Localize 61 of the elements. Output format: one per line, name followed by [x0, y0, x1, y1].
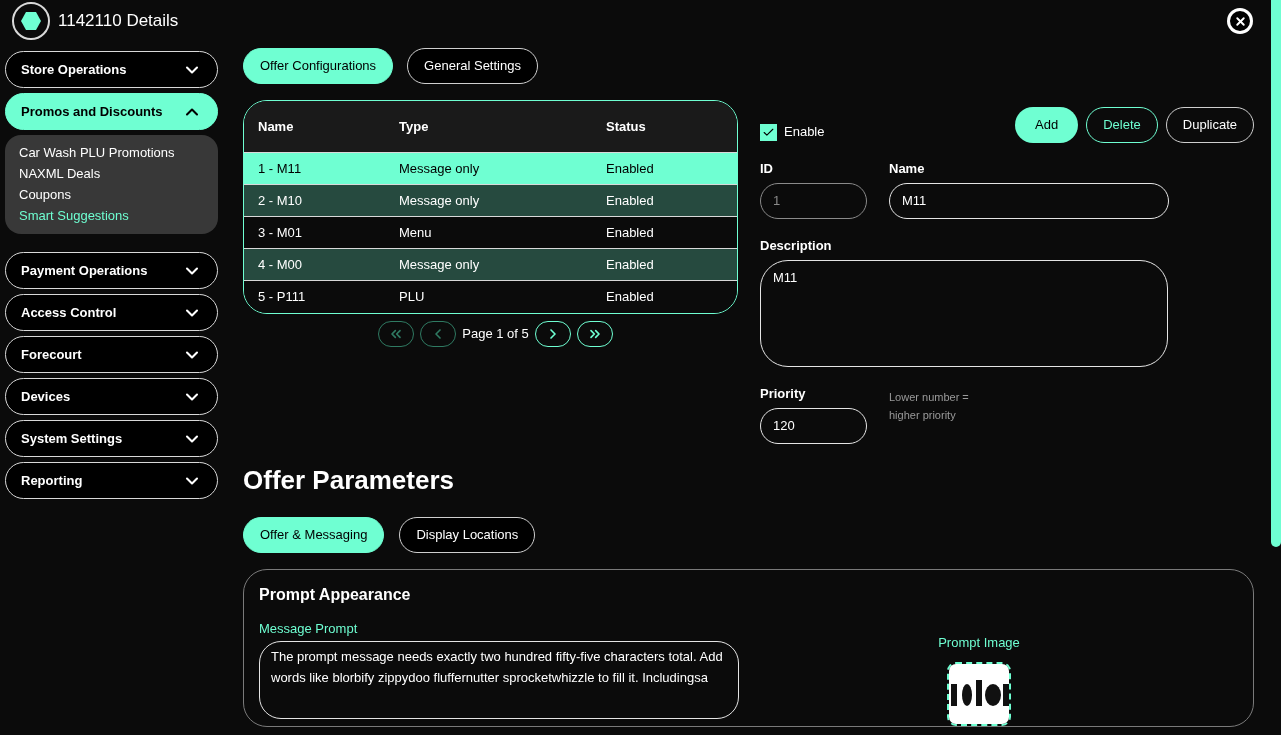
table-cell-text: 5 - P111 — [258, 288, 307, 307]
table-cell-text: 3 - M01 — [258, 223, 304, 242]
submenu-item[interactable]: NAXML Deals — [19, 165, 204, 183]
sidebar-section[interactable]: Forecourt — [5, 336, 218, 373]
enable-label: Enable — [784, 123, 825, 142]
sidebar-section[interactable]: Payment Operations — [5, 252, 218, 289]
tab[interactable]: Display Locations — [399, 516, 536, 553]
name-field[interactable]: M11 — [889, 182, 1169, 219]
priority-hint: Lower number = higher priority — [889, 390, 970, 423]
submenu-item[interactable]: Smart Suggestions — [19, 207, 204, 225]
table-cell-text: PLU — [399, 288, 426, 307]
sidebar-section[interactable]: System Settings — [5, 420, 218, 457]
priority-field[interactable]: 120 — [760, 407, 867, 444]
submenu-item[interactable]: Car Wash PLU Promotions — [19, 144, 204, 162]
table-row[interactable]: 4 - M00 Message only Enabled — [244, 249, 737, 281]
window-title: 1142110 Details — [58, 10, 179, 33]
page-indicator: Page 1 of 5 — [462, 325, 529, 344]
submenu-item[interactable]: Coupons — [19, 186, 204, 204]
column-header: Status — [606, 117, 646, 136]
table-cell-text: Menu — [399, 223, 433, 242]
sidebar-section[interactable]: Promos and Discounts — [5, 93, 218, 130]
description-field[interactable]: M11 — [760, 260, 1168, 367]
table-cell-text: Enabled — [606, 191, 654, 210]
column-header: Type — [399, 117, 430, 136]
table-row[interactable]: 1 - M11 Message only Enabled — [244, 153, 737, 185]
table-cell-text: Message only — [399, 159, 481, 178]
message-prompt-field[interactable]: The prompt message needs exactly two hundred fifty-five characters total. Add words like blorbify zippydoo fluffernutter sprocketwhizzle to fill it. Includingsa — [259, 641, 739, 719]
table-row[interactable]: 2 - M10 Message only Enabled — [244, 185, 737, 217]
field-label: ID — [760, 160, 774, 178]
table-cell-text: Message only — [399, 255, 481, 274]
table-cell-text: 2 - M10 — [258, 191, 304, 210]
table-cell-text: Enabled — [606, 288, 654, 307]
action-button[interactable]: Add — [1015, 107, 1079, 143]
section-heading: Offer Parameters — [243, 463, 455, 496]
tab[interactable]: Offer Configurations — [243, 48, 394, 84]
table-cell-text: 1 - M11 — [258, 159, 303, 178]
table-cell-text: Enabled — [606, 223, 654, 242]
field-label: Name — [889, 160, 926, 178]
sidebar-section[interactable]: Devices — [5, 378, 218, 415]
table-row[interactable]: 5 - P111 PLU Enabled — [244, 281, 737, 313]
column-header: Name — [258, 117, 295, 136]
field-label: Description — [760, 236, 833, 255]
tab[interactable]: Offer & Messaging — [243, 516, 385, 553]
sidebar-section[interactable]: Store Operations — [5, 51, 218, 88]
table-cell-text: 4 - M00 — [258, 255, 304, 274]
table-cell-text: Enabled — [606, 255, 654, 274]
field-label: Priority — [760, 385, 807, 403]
field-label: Message Prompt — [259, 619, 359, 638]
close-icon — [1233, 14, 1247, 28]
card-title: Prompt Appearance — [259, 584, 412, 605]
enable-checkbox[interactable] — [760, 123, 777, 141]
sidebar-section[interactable]: Reporting — [5, 462, 218, 499]
field-label: Prompt Image — [938, 633, 1020, 652]
table-cell-text: Enabled — [606, 159, 654, 178]
scrollbar[interactable] — [1271, 0, 1281, 547]
table-row[interactable]: 3 - M01 Menu Enabled — [244, 217, 737, 249]
close-button[interactable] — [1227, 8, 1253, 34]
table-cell-text: Message only — [399, 191, 481, 210]
logo-icon — [12, 2, 50, 40]
tab[interactable]: General Settings — [407, 48, 538, 84]
sidebar-section[interactable]: Access Control — [5, 294, 218, 331]
